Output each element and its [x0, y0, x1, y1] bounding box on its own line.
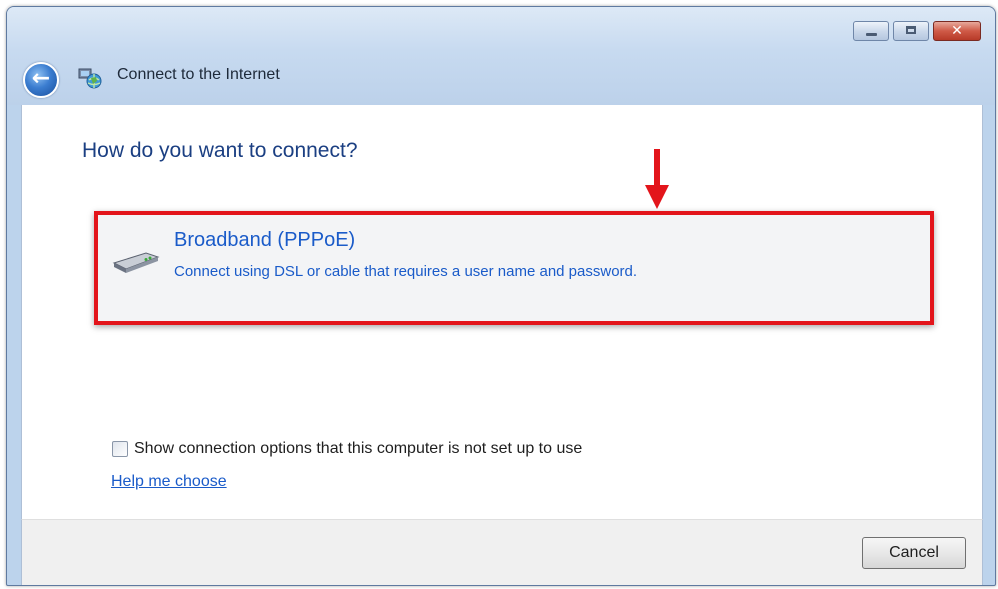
- maximize-button[interactable]: [893, 21, 929, 41]
- show-options-row[interactable]: Show connection options that this comput…: [112, 440, 582, 458]
- option-title: Broadband (PPPoE): [174, 229, 356, 251]
- window-title: Connect to the Internet: [117, 66, 280, 83]
- modem-icon: [112, 252, 160, 273]
- red-arrow-annotation: [645, 149, 669, 209]
- broadband-option[interactable]: Broadband (PPPoE) Connect using DSL or c…: [94, 211, 934, 325]
- content-area: How do you want to connect? Broadband (P…: [21, 105, 983, 519]
- cancel-button[interactable]: Cancel: [862, 537, 966, 569]
- network-globe-icon: [78, 68, 102, 89]
- footer-bar: Cancel: [21, 519, 983, 585]
- show-options-checkbox[interactable]: [112, 441, 128, 457]
- minimize-button[interactable]: [853, 21, 889, 41]
- show-options-label[interactable]: Show connection options that this comput…: [134, 440, 582, 458]
- option-description: Connect using DSL or cable that requires…: [174, 263, 638, 280]
- help-me-choose-link[interactable]: Help me choose: [111, 473, 227, 491]
- close-button[interactable]: ✕: [933, 21, 981, 41]
- page-heading: How do you want to connect?: [82, 139, 358, 162]
- caption-buttons: ✕: [853, 21, 981, 41]
- back-button[interactable]: ←: [23, 62, 59, 98]
- title-bar: ✕ ← Connect to the Internet: [7, 7, 995, 105]
- wizard-window: ✕ ← Connect to the Internet How do you w…: [6, 6, 996, 586]
